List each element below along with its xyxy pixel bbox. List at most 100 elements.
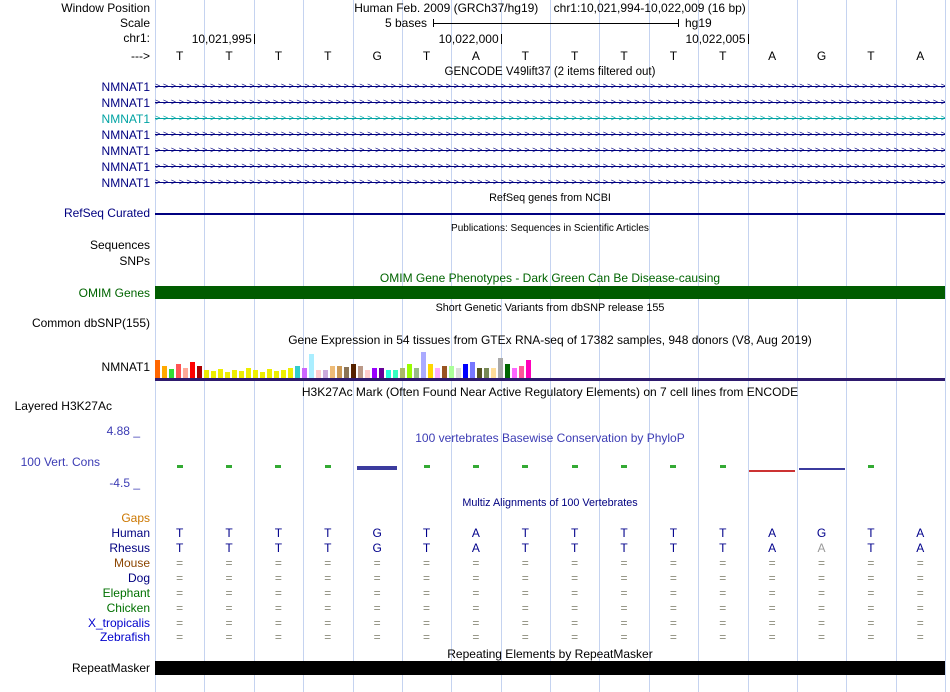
multiz-row-chicken: Chicken ================ [0,601,950,616]
multiz-row-dog: Dog ================ [0,571,950,586]
window-position-label: Window Position [0,1,150,15]
h3k27ac-title-row: H3K27Ac Mark (Often Found Near Active Re… [0,385,950,400]
omim-title: OMIM Gene Phenotypes - Dark Green Can Be… [155,271,945,286]
h3k27ac-label[interactable]: Layered H3K27Ac [0,399,112,413]
dbsnp-label[interactable]: Common dbSNP(155) [0,316,150,330]
multiz-row-elephant: Elephant ================ [0,586,950,601]
gencode-gene-row-7: NMNAT1 >>>>>>>>>>>>>>>>>>>>>>>>>>>>>>>>>… [0,176,950,191]
sequences-label[interactable]: Sequences [0,238,150,252]
position-title: Human Feb. 2009 (GRCh37/hg19) chr1:10,02… [155,1,945,16]
refseq-title-row: RefSeq genes from NCBI [0,192,950,207]
scale-value: 5 bases [155,16,427,30]
gene-model[interactable]: >>>>>>>>>>>>>>>>>>>>>>>>>>>>>>>>>>>>>>>>… [155,144,945,159]
gene-model[interactable]: >>>>>>>>>>>>>>>>>>>>>>>>>>>>>>>>>>>>>>>>… [155,80,945,95]
gene-label[interactable]: NMNAT1 [0,112,150,126]
refseq-row: RefSeq Curated [0,206,950,221]
publications-title-row: Publications: Sequences in Scientific Ar… [0,223,950,238]
cons-title-row: 100 vertebrates Basewise Conservation by… [0,431,950,446]
assembly-title: Human Feb. 2009 (GRCh37/hg19) [354,1,538,15]
gene-model[interactable]: >>>>>>>>>>>>>>>>>>>>>>>>>>>>>>>>>>>>>>>>… [155,112,945,127]
species-label[interactable]: Dog [0,571,150,585]
gencode-gene-row-6: NMNAT1 >>>>>>>>>>>>>>>>>>>>>>>>>>>>>>>>>… [0,160,950,175]
genome-browser: Window Position Human Feb. 2009 (GRCh37/… [0,0,950,692]
rmsk-label[interactable]: RepeatMasker [0,661,150,675]
omim-gene-bar[interactable] [155,286,945,299]
species-label[interactable]: X_tropicalis [0,616,150,630]
alignment-bases: ================ [155,571,945,586]
omim-row: OMIM Genes [0,286,950,301]
gencode-title: GENCODE V49lift37 (2 items filtered out) [155,66,945,81]
scale-label: Scale [0,16,150,30]
gtex-title-row: Gene Expression in 54 tissues from GTEx … [0,333,950,348]
species-label[interactable]: Zebrafish [0,630,150,644]
window-position-row: Window Position Human Feb. 2009 (GRCh37/… [0,1,950,16]
sequences-row: Sequences [0,238,950,253]
position-ruler[interactable]: 10,021,99510,022,00010,022,005 [155,31,945,47]
gene-model[interactable]: >>>>>>>>>>>>>>>>>>>>>>>>>>>>>>>>>>>>>>>>… [155,160,945,175]
species-label[interactable]: Mouse [0,556,150,570]
alignment-bases: TTTTGTATTTTTAGTA [155,526,945,541]
gtex-row: NMNAT1 [0,348,950,382]
multiz-title: Multiz Alignments of 100 Vertebrates [155,497,945,512]
gene-model[interactable]: >>>>>>>>>>>>>>>>>>>>>>>>>>>>>>>>>>>>>>>>… [155,176,945,191]
species-label[interactable]: Elephant [0,586,150,600]
multiz-row-zebrafish: Zebrafish ================ [0,630,950,645]
rmsk-bar[interactable] [155,661,945,675]
gene-label[interactable]: NMNAT1 [0,80,150,94]
alignment-bases: TTTTGTATTTTTAATA [155,541,945,556]
alignment-bases: ================ [155,616,945,631]
rmsk-title: Repeating Elements by RepeatMasker [155,647,945,662]
cons-min-label: -4.5 _ [0,476,140,490]
refseq-gene-line[interactable] [155,213,945,215]
multiz-row-mouse: Mouse ================ [0,556,950,571]
strand-indicator: ---> [0,49,150,63]
cons-min-row: -4.5 _ [0,476,950,491]
multiz-title-row: Multiz Alignments of 100 Vertebrates [0,497,950,512]
scale-row: Scale 5 bases hg19 [0,16,950,31]
gencode-gene-row-1: NMNAT1 >>>>>>>>>>>>>>>>>>>>>>>>>>>>>>>>>… [0,80,950,95]
rmsk-title-row: Repeating Elements by RepeatMasker [0,647,950,662]
scale-bar [433,19,679,27]
gaps-label[interactable]: Gaps [0,511,150,525]
dbsnp-title-row: Short Genetic Variants from dbSNP releas… [0,302,950,317]
alignment-bases: ================ [155,556,945,571]
gtex-gene-label[interactable]: NMNAT1 [0,360,150,374]
gencode-title-row: GENCODE V49lift37 (2 items filtered out) [0,66,950,81]
cons-signal[interactable] [155,455,945,477]
gene-label[interactable]: NMNAT1 [0,96,150,110]
snps-label[interactable]: SNPs [0,254,150,268]
gencode-gene-row-4: NMNAT1 >>>>>>>>>>>>>>>>>>>>>>>>>>>>>>>>>… [0,128,950,143]
gene-model[interactable]: >>>>>>>>>>>>>>>>>>>>>>>>>>>>>>>>>>>>>>>>… [155,128,945,143]
multiz-row-xtropicalis: X_tropicalis ================ [0,616,950,631]
gene-label[interactable]: NMNAT1 [0,144,150,158]
gtex-baseline [155,378,945,381]
cons-label[interactable]: 100 Vert. Cons [0,455,100,469]
assembly-short-label: hg19 [685,16,712,30]
gtex-title: Gene Expression in 54 tissues from GTEx … [155,333,945,348]
sequence-row[interactable]: ---> TTTTGTATTTTTAGTA [0,49,950,64]
dna-bases[interactable]: TTTTGTATTTTTAGTA [155,49,945,64]
refseq-title: RefSeq genes from NCBI [155,192,945,207]
gencode-gene-row-5: NMNAT1 >>>>>>>>>>>>>>>>>>>>>>>>>>>>>>>>>… [0,144,950,159]
dbsnp-title: Short Genetic Variants from dbSNP releas… [155,302,945,317]
ruler-row[interactable]: chr1: 10,021,99510,022,00010,022,005 [0,31,950,47]
cons-row: 100 Vert. Cons [0,455,950,477]
publications-title: Publications: Sequences in Scientific Ar… [155,223,945,238]
gene-label[interactable]: NMNAT1 [0,176,150,190]
omim-title-row: OMIM Gene Phenotypes - Dark Green Can Be… [0,271,950,286]
dbsnp-row: Common dbSNP(155) [0,316,950,331]
alignment-bases: ================ [155,601,945,616]
alignment-bases: ================ [155,630,945,645]
gene-model[interactable]: >>>>>>>>>>>>>>>>>>>>>>>>>>>>>>>>>>>>>>>>… [155,96,945,111]
species-label[interactable]: Rhesus [0,541,150,555]
species-label[interactable]: Human [0,526,150,540]
h3k27ac-title: H3K27Ac Mark (Often Found Near Active Re… [155,385,945,400]
omim-label[interactable]: OMIM Genes [0,286,150,300]
species-label[interactable]: Chicken [0,601,150,615]
refseq-label[interactable]: RefSeq Curated [0,206,150,220]
gene-label[interactable]: NMNAT1 [0,160,150,174]
gencode-gene-row-3: NMNAT1 >>>>>>>>>>>>>>>>>>>>>>>>>>>>>>>>>… [0,112,950,127]
gene-label[interactable]: NMNAT1 [0,128,150,142]
multiz-row-human: Human TTTTGTATTTTTAGTA [0,526,950,541]
alignment-bases: ================ [155,586,945,601]
